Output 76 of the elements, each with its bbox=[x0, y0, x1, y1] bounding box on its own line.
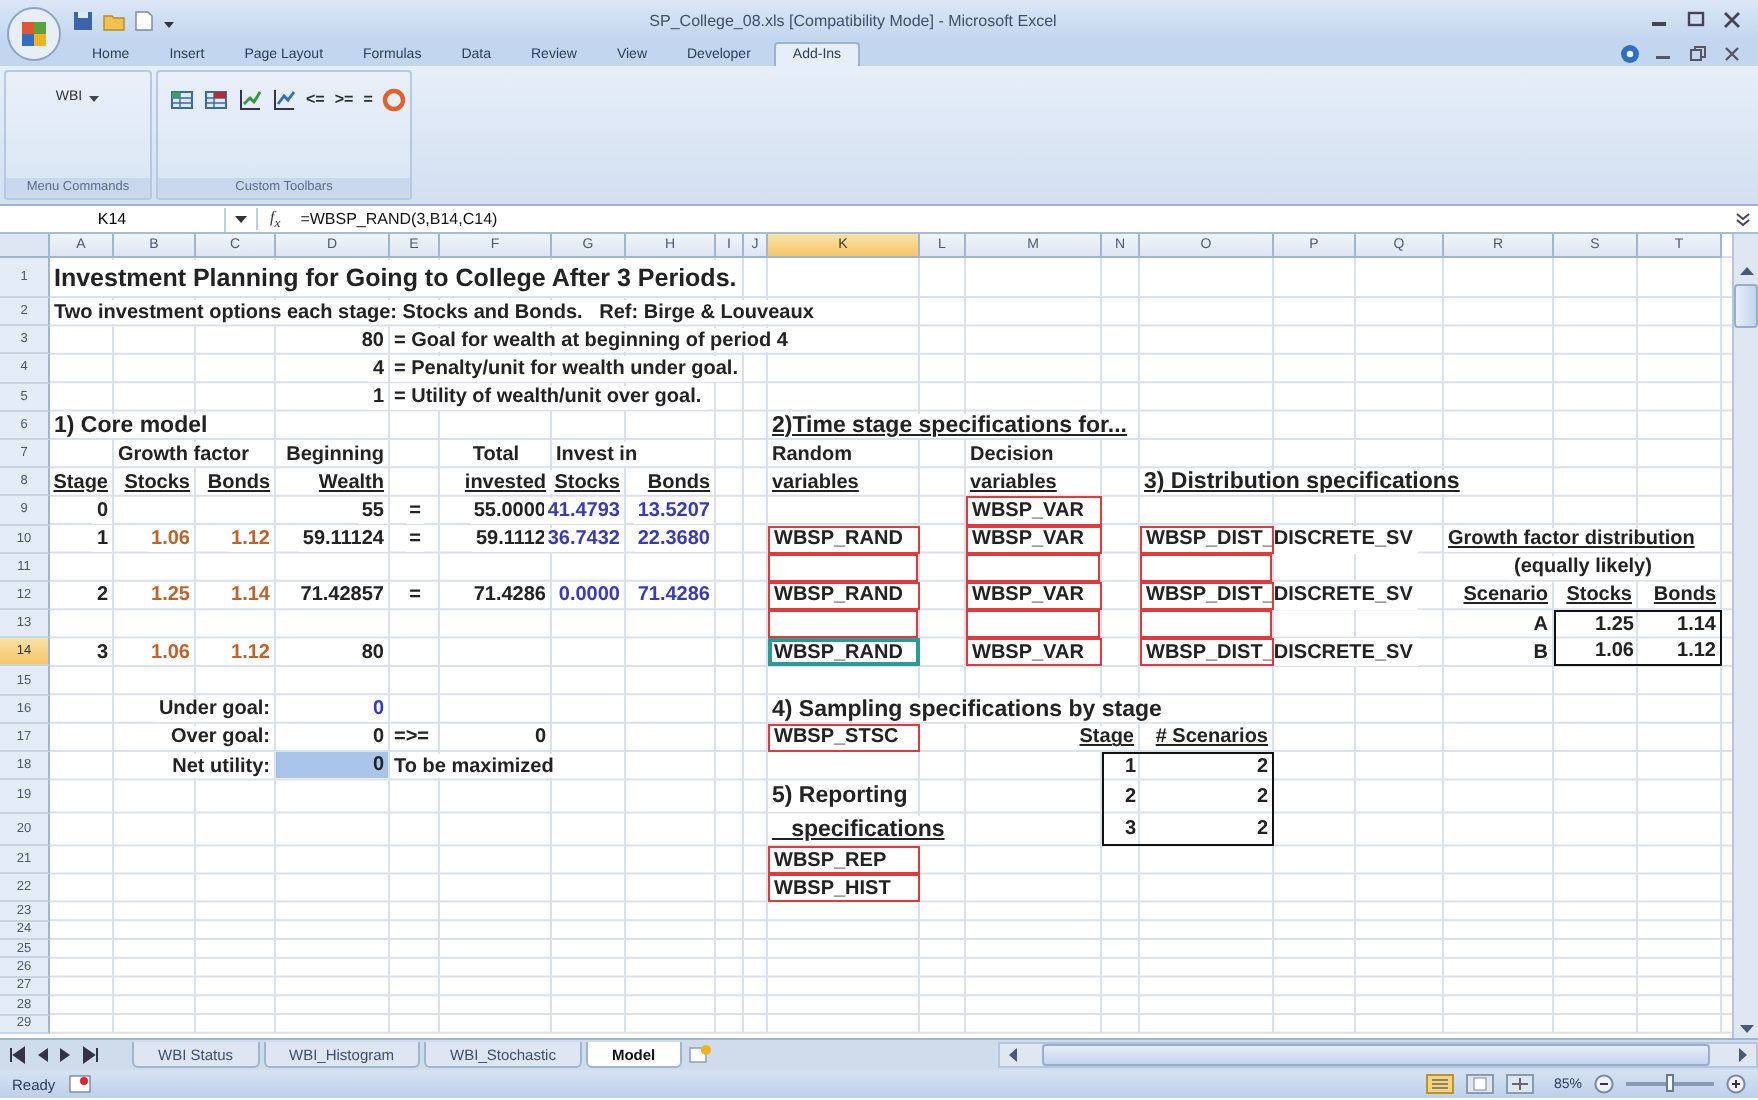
label-text: Total bbox=[468, 441, 524, 467]
toolbar-button[interactable]: = bbox=[363, 88, 373, 112]
label-text: Over goal: bbox=[167, 725, 274, 750]
table-value: 1 bbox=[1102, 752, 1140, 781]
column-label: variables bbox=[768, 470, 863, 495]
objective-value: 0 bbox=[276, 752, 388, 779]
toolbar-button[interactable]: <= bbox=[306, 88, 325, 112]
window-title: SP_College_08.xls [Compatibility Mode] - Microsoft Excel bbox=[647, 11, 1059, 29]
section-heading: 5) Reporting bbox=[768, 782, 912, 812]
column-label: Bonds bbox=[643, 470, 714, 495]
name-box[interactable]: K14 bbox=[0, 207, 226, 231]
label-text: Invest in bbox=[552, 441, 642, 467]
table-value: 1.12 bbox=[1638, 638, 1722, 667]
column-label: Stocks bbox=[550, 470, 624, 495]
formula-field[interactable]: =WBSP_RAND(3,B14,C14) bbox=[292, 210, 1734, 228]
range-name: WBSP_STSC bbox=[768, 723, 920, 752]
label-text: Net utility: bbox=[168, 754, 274, 779]
number-value: 36.7432 bbox=[543, 527, 624, 552]
range-name: WBSP_RAND bbox=[768, 581, 920, 611]
number-value: 41.4793 bbox=[543, 498, 624, 523]
table-value: 1.25 bbox=[1554, 610, 1638, 639]
column-label: Wealth bbox=[314, 470, 388, 495]
column-label: Bonds bbox=[203, 470, 274, 495]
range-name: WBSP_VAR bbox=[966, 525, 1102, 554]
range-name: WBSP_HIST bbox=[768, 874, 920, 903]
label-text: Under goal: bbox=[154, 697, 274, 722]
table-value: 2 bbox=[1140, 780, 1274, 814]
section-heading: 2)Time stage specifications for... bbox=[768, 413, 1131, 438]
range-name: WBSP_VAR bbox=[966, 638, 1102, 667]
section-heading: 1) Core model bbox=[50, 413, 212, 438]
label-text: = Goal for wealth at beginning of period 4 bbox=[390, 328, 792, 353]
label-text: Decision bbox=[966, 441, 1058, 467]
table-value: 1.14 bbox=[1638, 610, 1722, 639]
column-label: # Scenarios bbox=[1151, 725, 1272, 750]
column-label: Stocks bbox=[120, 470, 194, 495]
table-value: 1.06 bbox=[1554, 638, 1638, 667]
column-label: Stage bbox=[49, 470, 112, 495]
column-label: Scenario bbox=[1459, 583, 1552, 609]
column-label: Growth factor distribution bbox=[1444, 527, 1699, 552]
section-heading: specifications bbox=[768, 815, 949, 845]
number-value: 80 bbox=[357, 328, 388, 353]
range-name: WBSP_RAND bbox=[768, 525, 920, 554]
label-text: = Penalty/unit for wealth under goal. bbox=[390, 356, 742, 382]
number-value: 55 bbox=[357, 498, 388, 523]
column-label: invested bbox=[460, 470, 550, 495]
label-text: (equally likely) bbox=[1510, 555, 1656, 580]
number-value: 0 bbox=[368, 697, 388, 722]
column-label: Bonds bbox=[1649, 583, 1720, 609]
number-value: 13.5207 bbox=[633, 498, 714, 523]
range-name: WBSP_REP bbox=[768, 846, 920, 875]
range-name: WBSP_VAR bbox=[966, 496, 1102, 525]
table-value: 3 bbox=[1102, 813, 1140, 847]
number-value: 3 bbox=[92, 640, 112, 665]
toolbar-button[interactable]: >= bbox=[334, 88, 354, 112]
label-text: = Utility of wealth/unit over goal. bbox=[390, 385, 706, 410]
table-value: 2 bbox=[1140, 752, 1274, 781]
label-text: Random bbox=[768, 441, 856, 467]
label-text: Beginning bbox=[282, 441, 388, 467]
function-button[interactable]: f$_{x}$ bbox=[256, 207, 293, 231]
number-value: 0 bbox=[92, 498, 112, 523]
label-text: Two investment options each stage: Stocks and Bonds. Ref: Birge & Louveaux bbox=[50, 300, 818, 325]
table-value: 2 bbox=[1140, 813, 1274, 847]
number-value: 1.06 bbox=[147, 640, 194, 665]
section-heading: 4) Sampling specifications by stage bbox=[768, 697, 1166, 722]
table-value: 2 bbox=[1102, 780, 1140, 814]
section-heading: 3) Distribution specifications bbox=[1140, 470, 1464, 495]
column-label: Stocks bbox=[1562, 583, 1636, 609]
range-name: WBSP_VAR bbox=[966, 581, 1102, 611]
number-value: 1 bbox=[368, 385, 388, 410]
column-label: variables bbox=[966, 470, 1061, 495]
number-value: 55.0000 bbox=[469, 498, 550, 523]
sheet-title: Investment Planning for Going to College After 3 Periods. bbox=[50, 260, 741, 296]
label-text: To be maximized bbox=[390, 754, 558, 779]
column-label: Stage bbox=[1075, 725, 1138, 750]
number-value: 80 bbox=[357, 640, 388, 665]
label-text: Growth factor bbox=[114, 441, 254, 467]
